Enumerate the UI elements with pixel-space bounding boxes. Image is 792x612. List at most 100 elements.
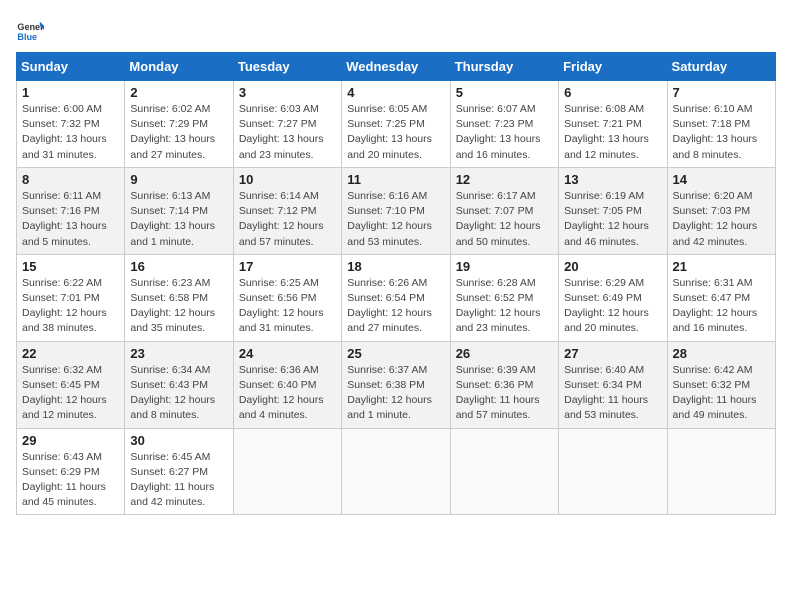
day-info: Sunrise: 6:14 AM Sunset: 7:12 PM Dayligh… <box>239 189 336 250</box>
day-info: Sunrise: 6:34 AM Sunset: 6:43 PM Dayligh… <box>130 363 227 424</box>
page-header: General Blue <box>16 16 776 44</box>
day-info: Sunrise: 6:05 AM Sunset: 7:25 PM Dayligh… <box>347 102 444 163</box>
calendar-cell: 28 Sunrise: 6:42 AM Sunset: 6:32 PM Dayli… <box>667 341 775 428</box>
day-info: Sunrise: 6:23 AM Sunset: 6:58 PM Dayligh… <box>130 276 227 337</box>
day-number: 9 <box>130 172 227 187</box>
column-header-wednesday: Wednesday <box>342 53 450 81</box>
day-number: 2 <box>130 85 227 100</box>
calendar-cell: 13 Sunrise: 6:19 AM Sunset: 7:05 PM Dayli… <box>559 167 667 254</box>
calendar-cell: 19 Sunrise: 6:28 AM Sunset: 6:52 PM Dayli… <box>450 254 558 341</box>
column-header-tuesday: Tuesday <box>233 53 341 81</box>
calendar-cell: 22 Sunrise: 6:32 AM Sunset: 6:45 PM Dayli… <box>17 341 125 428</box>
day-info: Sunrise: 6:08 AM Sunset: 7:21 PM Dayligh… <box>564 102 661 163</box>
calendar-week-row: 22 Sunrise: 6:32 AM Sunset: 6:45 PM Dayli… <box>17 341 776 428</box>
day-number: 14 <box>673 172 770 187</box>
day-info: Sunrise: 6:17 AM Sunset: 7:07 PM Dayligh… <box>456 189 553 250</box>
day-number: 21 <box>673 259 770 274</box>
column-header-friday: Friday <box>559 53 667 81</box>
day-number: 16 <box>130 259 227 274</box>
calendar-header-row: SundayMondayTuesdayWednesdayThursdayFrid… <box>17 53 776 81</box>
calendar-cell: 1 Sunrise: 6:00 AM Sunset: 7:32 PM Daylig… <box>17 81 125 168</box>
calendar-cell <box>233 428 341 515</box>
day-info: Sunrise: 6:32 AM Sunset: 6:45 PM Dayligh… <box>22 363 119 424</box>
day-info: Sunrise: 6:29 AM Sunset: 6:49 PM Dayligh… <box>564 276 661 337</box>
logo: General Blue <box>16 16 46 44</box>
day-number: 29 <box>22 433 119 448</box>
calendar-cell <box>559 428 667 515</box>
column-header-sunday: Sunday <box>17 53 125 81</box>
calendar-cell: 30Sunrise: 6:45 AM Sunset: 6:27 PM Dayli… <box>125 428 233 515</box>
day-info: Sunrise: 6:43 AM Sunset: 6:29 PM Dayligh… <box>22 450 119 511</box>
day-number: 26 <box>456 346 553 361</box>
calendar-cell <box>342 428 450 515</box>
day-number: 1 <box>22 85 119 100</box>
calendar-week-row: 1 Sunrise: 6:00 AM Sunset: 7:32 PM Daylig… <box>17 81 776 168</box>
day-info: Sunrise: 6:42 AM Sunset: 6:32 PM Dayligh… <box>673 363 770 424</box>
calendar-cell: 24 Sunrise: 6:36 AM Sunset: 6:40 PM Dayli… <box>233 341 341 428</box>
day-info: Sunrise: 6:02 AM Sunset: 7:29 PM Dayligh… <box>130 102 227 163</box>
day-number: 19 <box>456 259 553 274</box>
day-info: Sunrise: 6:31 AM Sunset: 6:47 PM Dayligh… <box>673 276 770 337</box>
calendar-cell: 20 Sunrise: 6:29 AM Sunset: 6:49 PM Dayli… <box>559 254 667 341</box>
column-header-thursday: Thursday <box>450 53 558 81</box>
day-number: 5 <box>456 85 553 100</box>
day-info: Sunrise: 6:16 AM Sunset: 7:10 PM Dayligh… <box>347 189 444 250</box>
day-number: 10 <box>239 172 336 187</box>
day-number: 23 <box>130 346 227 361</box>
day-info: Sunrise: 6:10 AM Sunset: 7:18 PM Dayligh… <box>673 102 770 163</box>
day-number: 7 <box>673 85 770 100</box>
day-number: 4 <box>347 85 444 100</box>
calendar-cell: 14 Sunrise: 6:20 AM Sunset: 7:03 PM Dayli… <box>667 167 775 254</box>
day-info: Sunrise: 6:20 AM Sunset: 7:03 PM Dayligh… <box>673 189 770 250</box>
calendar-cell: 21 Sunrise: 6:31 AM Sunset: 6:47 PM Dayli… <box>667 254 775 341</box>
day-info: Sunrise: 6:40 AM Sunset: 6:34 PM Dayligh… <box>564 363 661 424</box>
day-info: Sunrise: 6:26 AM Sunset: 6:54 PM Dayligh… <box>347 276 444 337</box>
day-number: 8 <box>22 172 119 187</box>
day-info: Sunrise: 6:11 AM Sunset: 7:16 PM Dayligh… <box>22 189 119 250</box>
calendar-cell: 7 Sunrise: 6:10 AM Sunset: 7:18 PM Daylig… <box>667 81 775 168</box>
column-header-monday: Monday <box>125 53 233 81</box>
day-number: 22 <box>22 346 119 361</box>
day-info: Sunrise: 6:28 AM Sunset: 6:52 PM Dayligh… <box>456 276 553 337</box>
calendar-week-row: 8 Sunrise: 6:11 AM Sunset: 7:16 PM Daylig… <box>17 167 776 254</box>
day-number: 25 <box>347 346 444 361</box>
day-info: Sunrise: 6:25 AM Sunset: 6:56 PM Dayligh… <box>239 276 336 337</box>
calendar-cell: 27 Sunrise: 6:40 AM Sunset: 6:34 PM Dayli… <box>559 341 667 428</box>
day-info: Sunrise: 6:13 AM Sunset: 7:14 PM Dayligh… <box>130 189 227 250</box>
day-info: Sunrise: 6:07 AM Sunset: 7:23 PM Dayligh… <box>456 102 553 163</box>
day-number: 20 <box>564 259 661 274</box>
calendar-cell: 12Sunrise: 6:17 AM Sunset: 7:07 PM Dayli… <box>450 167 558 254</box>
svg-text:Blue: Blue <box>17 32 37 42</box>
day-number: 24 <box>239 346 336 361</box>
calendar-cell: 18 Sunrise: 6:26 AM Sunset: 6:54 PM Dayli… <box>342 254 450 341</box>
day-number: 6 <box>564 85 661 100</box>
calendar-cell: 5 Sunrise: 6:07 AM Sunset: 7:23 PM Daylig… <box>450 81 558 168</box>
day-number: 13 <box>564 172 661 187</box>
day-number: 28 <box>673 346 770 361</box>
calendar-cell: 17 Sunrise: 6:25 AM Sunset: 6:56 PM Dayli… <box>233 254 341 341</box>
calendar-cell: 9 Sunrise: 6:13 AM Sunset: 7:14 PM Daylig… <box>125 167 233 254</box>
calendar-cell: 26 Sunrise: 6:39 AM Sunset: 6:36 PM Dayli… <box>450 341 558 428</box>
column-header-saturday: Saturday <box>667 53 775 81</box>
day-number: 27 <box>564 346 661 361</box>
calendar-cell: 16 Sunrise: 6:23 AM Sunset: 6:58 PM Dayli… <box>125 254 233 341</box>
day-number: 17 <box>239 259 336 274</box>
day-number: 11 <box>347 172 444 187</box>
day-info: Sunrise: 6:22 AM Sunset: 7:01 PM Dayligh… <box>22 276 119 337</box>
calendar-cell: 23 Sunrise: 6:34 AM Sunset: 6:43 PM Dayli… <box>125 341 233 428</box>
day-info: Sunrise: 6:36 AM Sunset: 6:40 PM Dayligh… <box>239 363 336 424</box>
day-info: Sunrise: 6:00 AM Sunset: 7:32 PM Dayligh… <box>22 102 119 163</box>
day-info: Sunrise: 6:45 AM Sunset: 6:27 PM Dayligh… <box>130 450 227 511</box>
calendar-cell <box>450 428 558 515</box>
calendar-cell: 4 Sunrise: 6:05 AM Sunset: 7:25 PM Daylig… <box>342 81 450 168</box>
day-number: 18 <box>347 259 444 274</box>
day-info: Sunrise: 6:39 AM Sunset: 6:36 PM Dayligh… <box>456 363 553 424</box>
day-info: Sunrise: 6:19 AM Sunset: 7:05 PM Dayligh… <box>564 189 661 250</box>
calendar-cell: 6 Sunrise: 6:08 AM Sunset: 7:21 PM Daylig… <box>559 81 667 168</box>
day-number: 15 <box>22 259 119 274</box>
calendar-cell: 3Sunrise: 6:03 AM Sunset: 7:27 PM Daylig… <box>233 81 341 168</box>
calendar-week-row: 15 Sunrise: 6:22 AM Sunset: 7:01 PM Dayli… <box>17 254 776 341</box>
day-number: 3 <box>239 85 336 100</box>
calendar-table: SundayMondayTuesdayWednesdayThursdayFrid… <box>16 52 776 515</box>
calendar-cell: 29 Sunrise: 6:43 AM Sunset: 6:29 PM Dayli… <box>17 428 125 515</box>
